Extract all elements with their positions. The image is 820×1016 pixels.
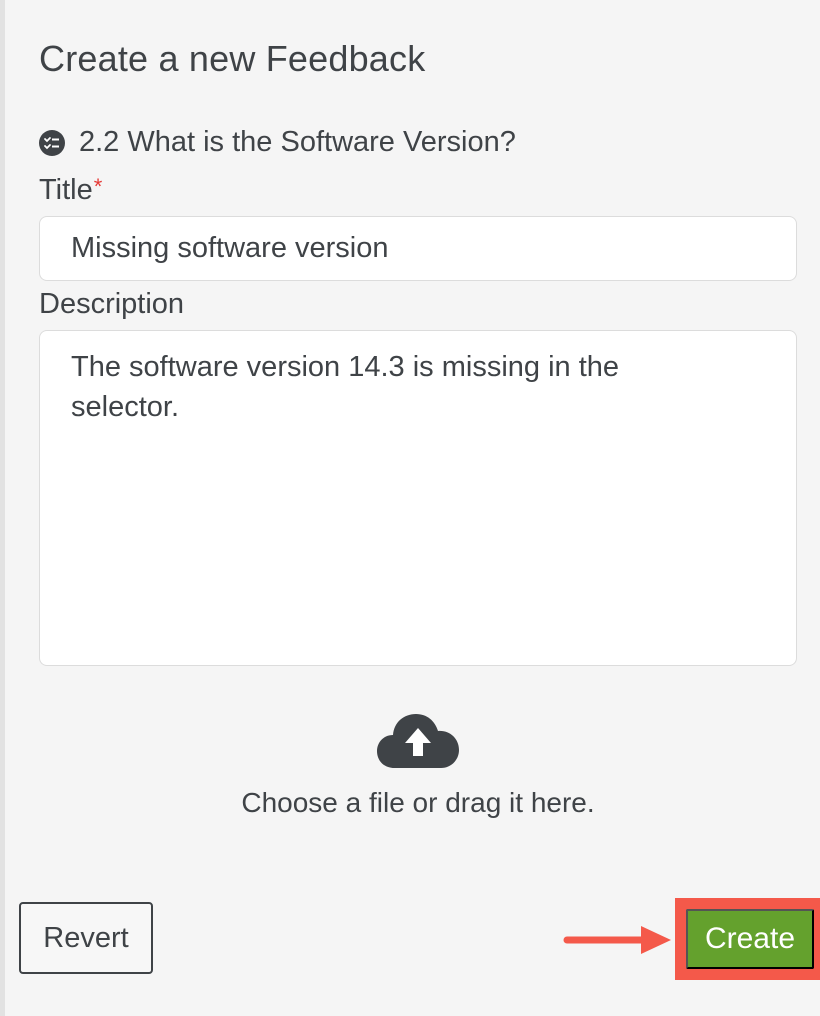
- description-textarea[interactable]: The software version 14.3 is missing in …: [39, 330, 797, 666]
- revert-button[interactable]: Revert: [19, 902, 153, 974]
- description-label: Description: [39, 288, 185, 320]
- page-title: Create a new Feedback: [39, 38, 426, 79]
- required-marker: *: [93, 174, 103, 199]
- create-button[interactable]: Create: [686, 909, 814, 969]
- upload-dropzone-text[interactable]: Choose a file or drag it here.: [5, 787, 820, 819]
- question-text: 2.2 What is the Software Version?: [79, 126, 516, 158]
- feedback-panel: Create a new Feedback 2.2 What is the So…: [0, 0, 820, 1016]
- title-input[interactable]: Missing software version: [39, 216, 797, 281]
- arrow-right-icon: [563, 924, 673, 956]
- cloud-upload-icon[interactable]: [377, 712, 459, 770]
- title-label: Title*: [39, 174, 102, 207]
- title-label-text: Title: [39, 174, 93, 206]
- question-row: 2.2 What is the Software Version?: [39, 126, 516, 159]
- checklist-icon: [39, 129, 65, 156]
